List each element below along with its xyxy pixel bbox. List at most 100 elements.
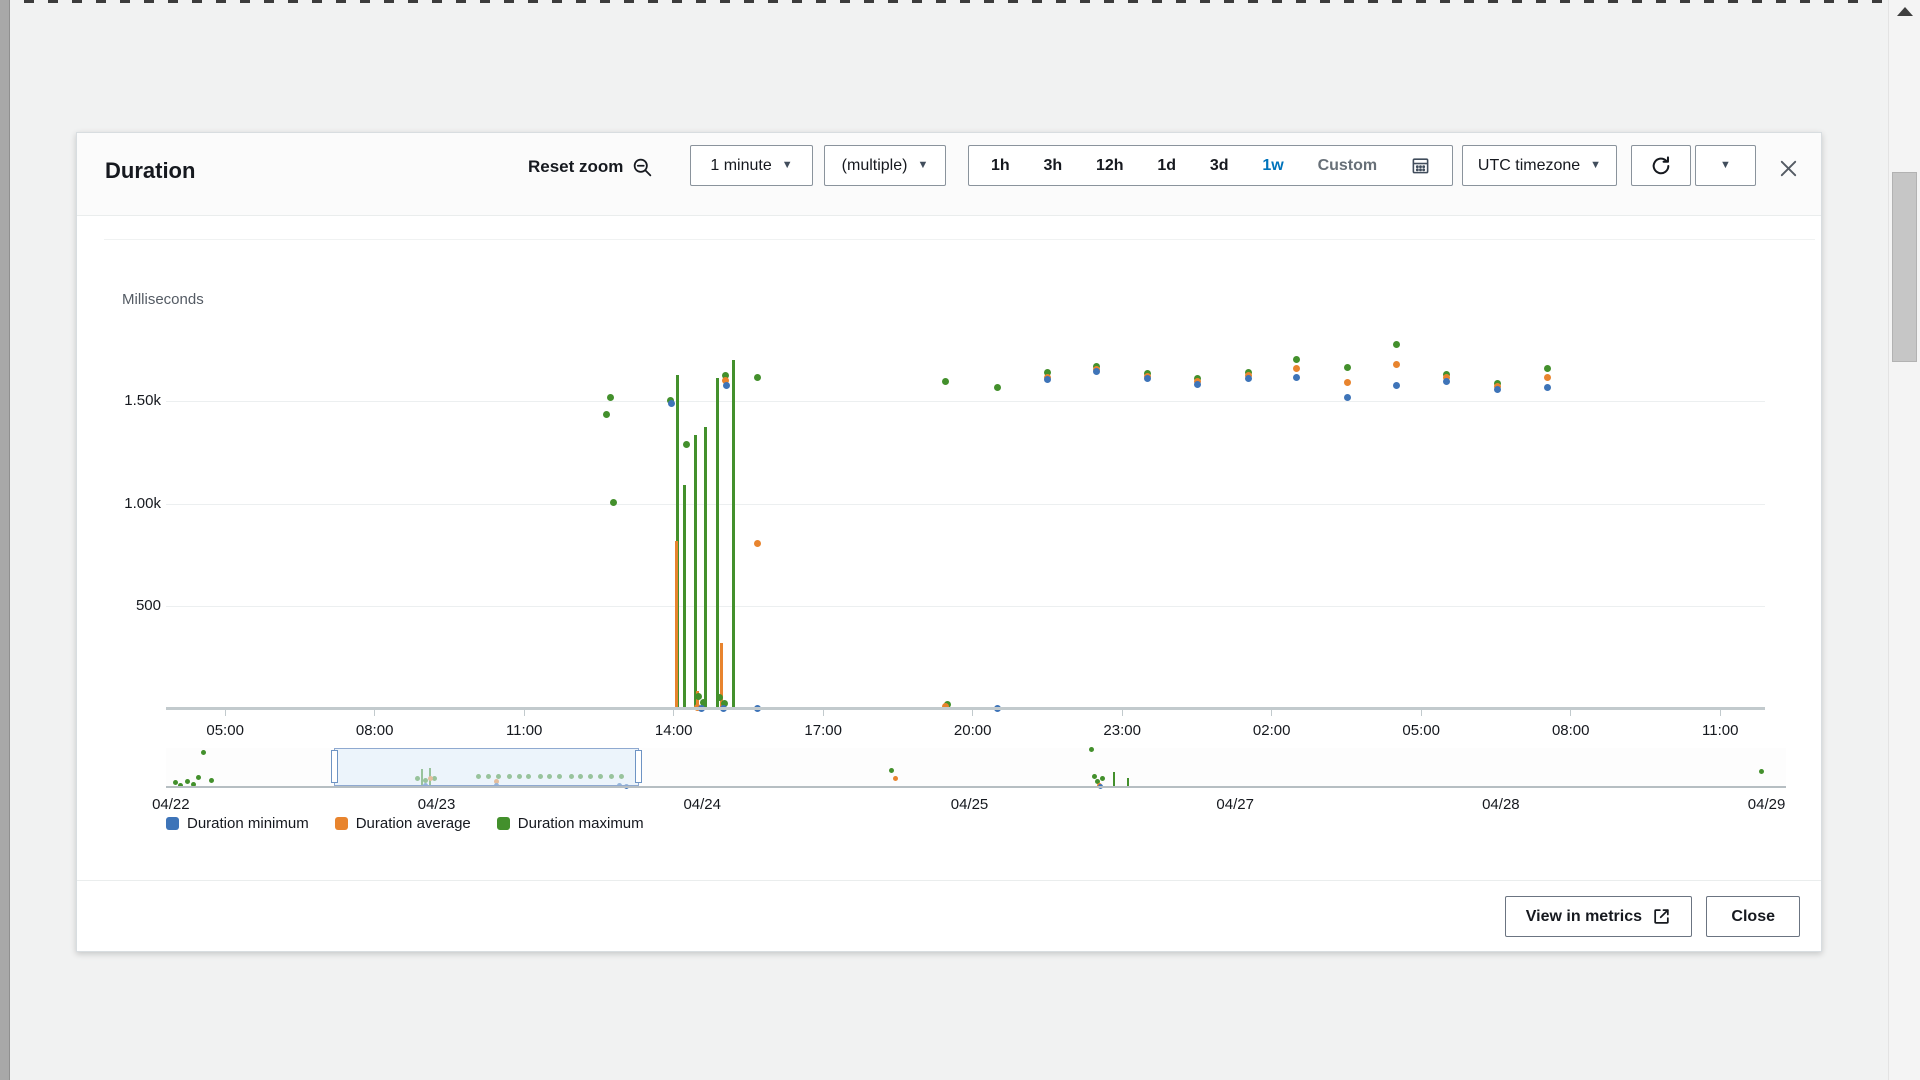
- refresh-options-button[interactable]: ▼: [1695, 145, 1756, 186]
- x-axis-tick: [524, 710, 525, 716]
- duration-max-spike: [683, 485, 686, 709]
- range-1d[interactable]: 1d: [1157, 157, 1176, 175]
- legend-label-min: Duration minimum: [187, 815, 309, 832]
- duration-avg-point: [754, 540, 761, 547]
- legend-swatch-avg: [335, 817, 348, 830]
- x-axis-tick: [1271, 710, 1272, 716]
- chevron-down-icon: ▼: [917, 160, 928, 171]
- x-tick-label: 11:00: [1688, 722, 1752, 739]
- date-label: 04/22: [136, 796, 206, 813]
- duration-min-point: [1344, 394, 1351, 401]
- page-background: Duration Reset zoom 1 minute ▼ (multiple…: [0, 0, 1920, 1080]
- timeline-max-point: [185, 779, 190, 784]
- x-tick-label: 17:00: [791, 722, 855, 739]
- zoom-out-icon: [632, 157, 653, 178]
- duration-modal: Duration Reset zoom 1 minute ▼ (multiple…: [76, 132, 1822, 952]
- duration-max-spike: [732, 360, 735, 709]
- plot-area[interactable]: [166, 283, 1765, 709]
- x-axis-line: [166, 707, 1765, 710]
- reset-zoom-label: Reset zoom: [528, 157, 623, 177]
- statistic-select[interactable]: (multiple) ▼: [824, 145, 946, 186]
- date-label: 04/28: [1466, 796, 1536, 813]
- duration-max-point: [1544, 365, 1551, 372]
- x-tick-label: 08:00: [1539, 722, 1603, 739]
- x-tick-label: 05:00: [193, 722, 257, 739]
- x-axis-tick: [972, 710, 973, 716]
- x-axis-tick: [823, 710, 824, 716]
- timezone-select[interactable]: UTC timezone ▼: [1462, 145, 1617, 186]
- legend-label-avg: Duration average: [356, 815, 471, 832]
- modal-footer: View in metrics Close: [77, 880, 1821, 951]
- legend-swatch-max: [497, 817, 510, 830]
- duration-avg-point: [1544, 374, 1551, 381]
- x-axis-tick: [1720, 710, 1721, 716]
- timeline-avg-point: [893, 776, 898, 781]
- close-button[interactable]: Close: [1706, 896, 1800, 937]
- timeline-handle-right[interactable]: [635, 750, 642, 783]
- timeline-max-point: [1092, 774, 1097, 779]
- x-axis-tick: [673, 710, 674, 716]
- x-tick-label: 05:00: [1389, 722, 1453, 739]
- range-1h[interactable]: 1h: [991, 157, 1010, 175]
- timeline-axis-line: [166, 786, 1786, 788]
- page-title: Duration: [105, 158, 195, 184]
- x-tick-label: 23:00: [1090, 722, 1154, 739]
- close-button-label: Close: [1731, 908, 1775, 926]
- range-3d[interactable]: 3d: [1210, 157, 1229, 175]
- x-tick-label: 20:00: [941, 722, 1005, 739]
- duration-max-spike: [716, 378, 719, 709]
- legend-item-min[interactable]: Duration minimum: [166, 815, 309, 832]
- chevron-down-icon: ▼: [1590, 160, 1601, 171]
- chart-legend: Duration minimum Duration average Duration…: [166, 815, 644, 832]
- legend-label-max: Duration maximum: [518, 815, 644, 832]
- date-label: 04/27: [1200, 796, 1270, 813]
- timeline-max-bar: [1113, 772, 1115, 787]
- x-tick-label: 14:00: [642, 722, 706, 739]
- right-scrollbar[interactable]: [1888, 0, 1920, 1080]
- duration-max-spike: [704, 427, 707, 709]
- x-tick-label: 08:00: [343, 722, 407, 739]
- calendar-icon[interactable]: [1411, 156, 1430, 175]
- x-axis-tick: [1122, 710, 1123, 716]
- duration-min-point: [1245, 375, 1252, 382]
- duration-min-point: [1194, 381, 1201, 388]
- duration-min-point: [1544, 384, 1551, 391]
- x-axis-tick: [225, 710, 226, 716]
- x-axis-tick: [1421, 710, 1422, 716]
- timeline-handle-left[interactable]: [331, 750, 338, 783]
- date-label: 04/29: [1732, 796, 1802, 813]
- external-link-icon: [1652, 907, 1671, 926]
- period-select-value: 1 minute: [710, 157, 771, 175]
- legend-item-max[interactable]: Duration maximum: [497, 815, 644, 832]
- legend-item-avg[interactable]: Duration average: [335, 815, 471, 832]
- range-12h[interactable]: 12h: [1096, 157, 1124, 175]
- reset-zoom-button[interactable]: Reset zoom: [528, 153, 653, 181]
- range-3h[interactable]: 3h: [1044, 157, 1063, 175]
- refresh-button[interactable]: [1631, 145, 1691, 186]
- left-scrollbar[interactable]: [0, 0, 10, 1080]
- timeline-max-point: [209, 778, 214, 783]
- x-axis-tick: [1570, 710, 1571, 716]
- legend-swatch-min: [166, 817, 179, 830]
- y-tick-label: 1.00k: [77, 495, 161, 512]
- timeline-selection[interactable]: [334, 748, 639, 786]
- duration-avg-point: [1344, 379, 1351, 386]
- duration-max-point: [607, 394, 614, 401]
- scrollbar-up-arrow[interactable]: [1897, 7, 1913, 16]
- period-select[interactable]: 1 minute ▼: [690, 145, 813, 186]
- refresh-icon: [1650, 155, 1672, 177]
- y-tick-label: 500: [77, 597, 161, 614]
- view-in-metrics-label: View in metrics: [1526, 908, 1642, 926]
- chevron-down-icon: ▼: [782, 160, 793, 171]
- y-tick-label: 1.50k: [77, 392, 161, 409]
- chevron-down-icon: ▼: [1720, 160, 1731, 171]
- view-in-metrics-button[interactable]: View in metrics: [1505, 896, 1692, 937]
- range-1w[interactable]: 1w: [1262, 157, 1283, 175]
- scrollbar-thumb[interactable]: [1892, 172, 1917, 362]
- range-custom[interactable]: Custom: [1318, 157, 1378, 175]
- duration-max-point: [603, 411, 610, 418]
- date-label: 04/25: [935, 796, 1005, 813]
- timeline-max-point: [196, 775, 201, 780]
- duration-avg-spike: [675, 541, 678, 709]
- modal-close-button[interactable]: [1772, 152, 1804, 184]
